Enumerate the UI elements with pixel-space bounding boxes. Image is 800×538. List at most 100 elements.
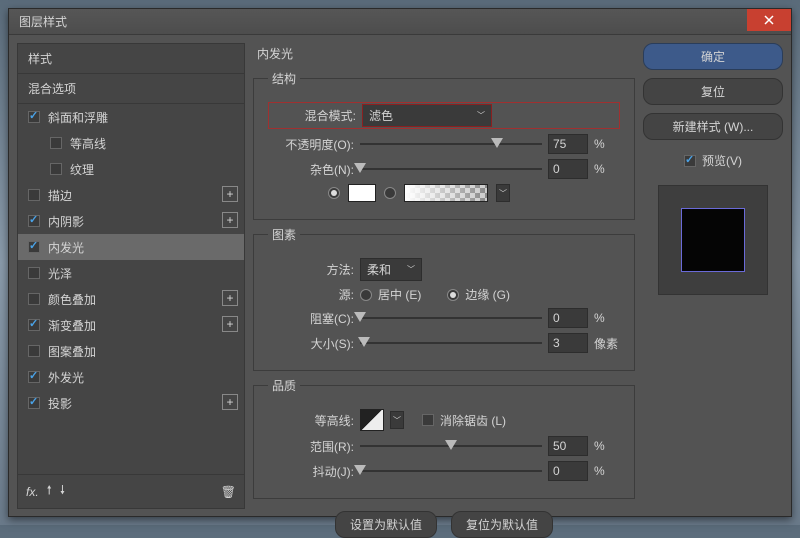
trash-icon[interactable]: 🗑 bbox=[221, 485, 236, 499]
size-row: 大小(S): 3 像素 bbox=[268, 333, 620, 353]
gradient-dropdown[interactable]: ﹀ bbox=[496, 184, 510, 202]
method-select[interactable]: 柔和 ﹀ bbox=[360, 258, 422, 281]
size-input[interactable]: 3 bbox=[548, 333, 588, 353]
antialias-checkbox[interactable] bbox=[422, 414, 434, 426]
opacity-unit: % bbox=[594, 137, 620, 151]
slider-thumb-icon[interactable] bbox=[358, 337, 370, 347]
sidebar-item-label: 外发光 bbox=[48, 369, 84, 386]
sidebar-item-inner-glow[interactable]: 内发光 bbox=[18, 234, 244, 260]
sidebar-item-gradient-overlay[interactable]: 渐变叠加 + bbox=[18, 312, 244, 338]
opacity-row: 不透明度(O): 75 % bbox=[268, 134, 620, 154]
gradient-overlay-checkbox[interactable] bbox=[28, 319, 40, 331]
choke-input[interactable]: 0 bbox=[548, 308, 588, 328]
antialias-label: 消除锯齿 (L) bbox=[440, 412, 506, 429]
satin-checkbox[interactable] bbox=[28, 267, 40, 279]
quality-group: 品质 等高线: ﹀ 消除锯齿 (L) 范围(R): 50 % 抖动(J): bbox=[253, 377, 635, 499]
styles-sidebar: 样式 混合选项 斜面和浮雕 等高线 纹理 描边 + 内阴影 bbox=[17, 43, 245, 509]
structure-legend: 结构 bbox=[268, 70, 300, 87]
source-edge-radio[interactable] bbox=[447, 289, 459, 301]
sidebar-item-bevel[interactable]: 斜面和浮雕 bbox=[18, 104, 244, 130]
sidebar-item-inner-shadow[interactable]: 内阴影 + bbox=[18, 208, 244, 234]
noise-slider[interactable] bbox=[360, 162, 542, 176]
blend-mode-value: 滤色 bbox=[369, 107, 393, 124]
sidebar-header-blend[interactable]: 混合选项 bbox=[18, 74, 244, 104]
add-drop-shadow-button[interactable]: + bbox=[222, 394, 238, 410]
preview-checkbox[interactable] bbox=[684, 155, 696, 167]
texture-checkbox[interactable] bbox=[50, 163, 62, 175]
blend-mode-label: 混合模式: bbox=[270, 107, 356, 124]
plus-icon: + bbox=[226, 395, 233, 409]
move-down-icon[interactable]: 🠗 bbox=[60, 481, 65, 502]
pattern-overlay-checkbox[interactable] bbox=[28, 345, 40, 357]
slider-thumb-icon[interactable] bbox=[491, 138, 503, 148]
sidebar-item-contour[interactable]: 等高线 bbox=[18, 130, 244, 156]
blend-mode-row: 混合模式: 滤色 ﹀ bbox=[268, 102, 620, 129]
inner-glow-checkbox[interactable] bbox=[28, 241, 40, 253]
jitter-slider[interactable] bbox=[360, 464, 542, 478]
opacity-label: 不透明度(O): bbox=[268, 136, 354, 153]
choke-unit: % bbox=[594, 311, 620, 325]
sidebar-item-label: 内阴影 bbox=[48, 213, 84, 230]
settings-panel: 内发光 结构 混合模式: 滤色 ﹀ 不透明度(O): 75 % bbox=[253, 43, 635, 509]
window-title: 图层样式 bbox=[19, 13, 67, 30]
chevron-down-icon: ﹀ bbox=[499, 188, 507, 199]
bevel-checkbox[interactable] bbox=[28, 111, 40, 123]
gradient-radio[interactable] bbox=[384, 187, 396, 199]
sidebar-item-drop-shadow[interactable]: 投影 + bbox=[18, 390, 244, 416]
blend-mode-select[interactable]: 滤色 ﹀ bbox=[362, 104, 492, 127]
fx-menu-icon[interactable]: fx. bbox=[26, 485, 39, 499]
sidebar-footer: fx. 🠕 🠗 🗑 bbox=[18, 474, 244, 508]
color-swatch[interactable] bbox=[348, 184, 376, 202]
ok-button[interactable]: 确定 bbox=[643, 43, 783, 70]
cancel-button[interactable]: 复位 bbox=[643, 78, 783, 105]
new-style-button[interactable]: 新建样式 (W)... bbox=[643, 113, 783, 140]
sidebar-item-pattern-overlay[interactable]: 图案叠加 bbox=[18, 338, 244, 364]
add-color-overlay-button[interactable]: + bbox=[222, 290, 238, 306]
opacity-slider[interactable] bbox=[360, 137, 542, 151]
slider-thumb-icon[interactable] bbox=[354, 465, 366, 475]
sidebar-item-texture[interactable]: 纹理 bbox=[18, 156, 244, 182]
close-button[interactable] bbox=[747, 9, 791, 31]
slider-thumb-icon[interactable] bbox=[445, 440, 457, 450]
noise-label: 杂色(N): bbox=[268, 161, 354, 178]
elements-group: 图素 方法: 柔和 ﹀ 源: 居中 (E) 边缘 (G) bbox=[253, 226, 635, 371]
solid-color-radio[interactable] bbox=[328, 187, 340, 199]
gradient-swatch[interactable] bbox=[404, 184, 488, 202]
slider-thumb-icon[interactable] bbox=[354, 163, 366, 173]
preview-label: 预览(V) bbox=[702, 152, 742, 169]
panel-title: 内发光 bbox=[253, 43, 635, 64]
slider-thumb-icon[interactable] bbox=[354, 312, 366, 322]
sidebar-item-outer-glow[interactable]: 外发光 bbox=[18, 364, 244, 390]
color-overlay-checkbox[interactable] bbox=[28, 293, 40, 305]
sidebar-item-label: 图案叠加 bbox=[48, 343, 96, 360]
sidebar-item-satin[interactable]: 光泽 bbox=[18, 260, 244, 286]
move-up-icon[interactable]: 🠕 bbox=[47, 481, 52, 502]
range-input[interactable]: 50 bbox=[548, 436, 588, 456]
contour-picker[interactable] bbox=[360, 409, 384, 431]
jitter-input[interactable]: 0 bbox=[548, 461, 588, 481]
add-inner-shadow-button[interactable]: + bbox=[222, 212, 238, 228]
outer-glow-checkbox[interactable] bbox=[28, 371, 40, 383]
size-slider[interactable] bbox=[360, 336, 542, 350]
sidebar-item-color-overlay[interactable]: 颜色叠加 + bbox=[18, 286, 244, 312]
source-edge-label: 边缘 (G) bbox=[465, 286, 510, 303]
range-slider[interactable] bbox=[360, 439, 542, 453]
titlebar[interactable]: 图层样式 bbox=[9, 9, 791, 35]
add-gradient-overlay-button[interactable]: + bbox=[222, 316, 238, 332]
contour-checkbox[interactable] bbox=[50, 137, 62, 149]
sidebar-header-styles[interactable]: 样式 bbox=[18, 44, 244, 74]
add-stroke-button[interactable]: + bbox=[222, 186, 238, 202]
opacity-input[interactable]: 75 bbox=[548, 134, 588, 154]
contour-dropdown[interactable]: ﹀ bbox=[390, 411, 404, 429]
chevron-down-icon: ﹀ bbox=[393, 415, 401, 426]
sidebar-item-stroke[interactable]: 描边 + bbox=[18, 182, 244, 208]
noise-input[interactable]: 0 bbox=[548, 159, 588, 179]
inner-shadow-checkbox[interactable] bbox=[28, 215, 40, 227]
range-label: 范围(R): bbox=[268, 438, 354, 455]
stroke-checkbox[interactable] bbox=[28, 189, 40, 201]
chevron-down-icon: ﹀ bbox=[477, 110, 485, 121]
choke-slider[interactable] bbox=[360, 311, 542, 325]
noise-row: 杂色(N): 0 % bbox=[268, 159, 620, 179]
drop-shadow-checkbox[interactable] bbox=[28, 397, 40, 409]
source-center-radio[interactable] bbox=[360, 289, 372, 301]
